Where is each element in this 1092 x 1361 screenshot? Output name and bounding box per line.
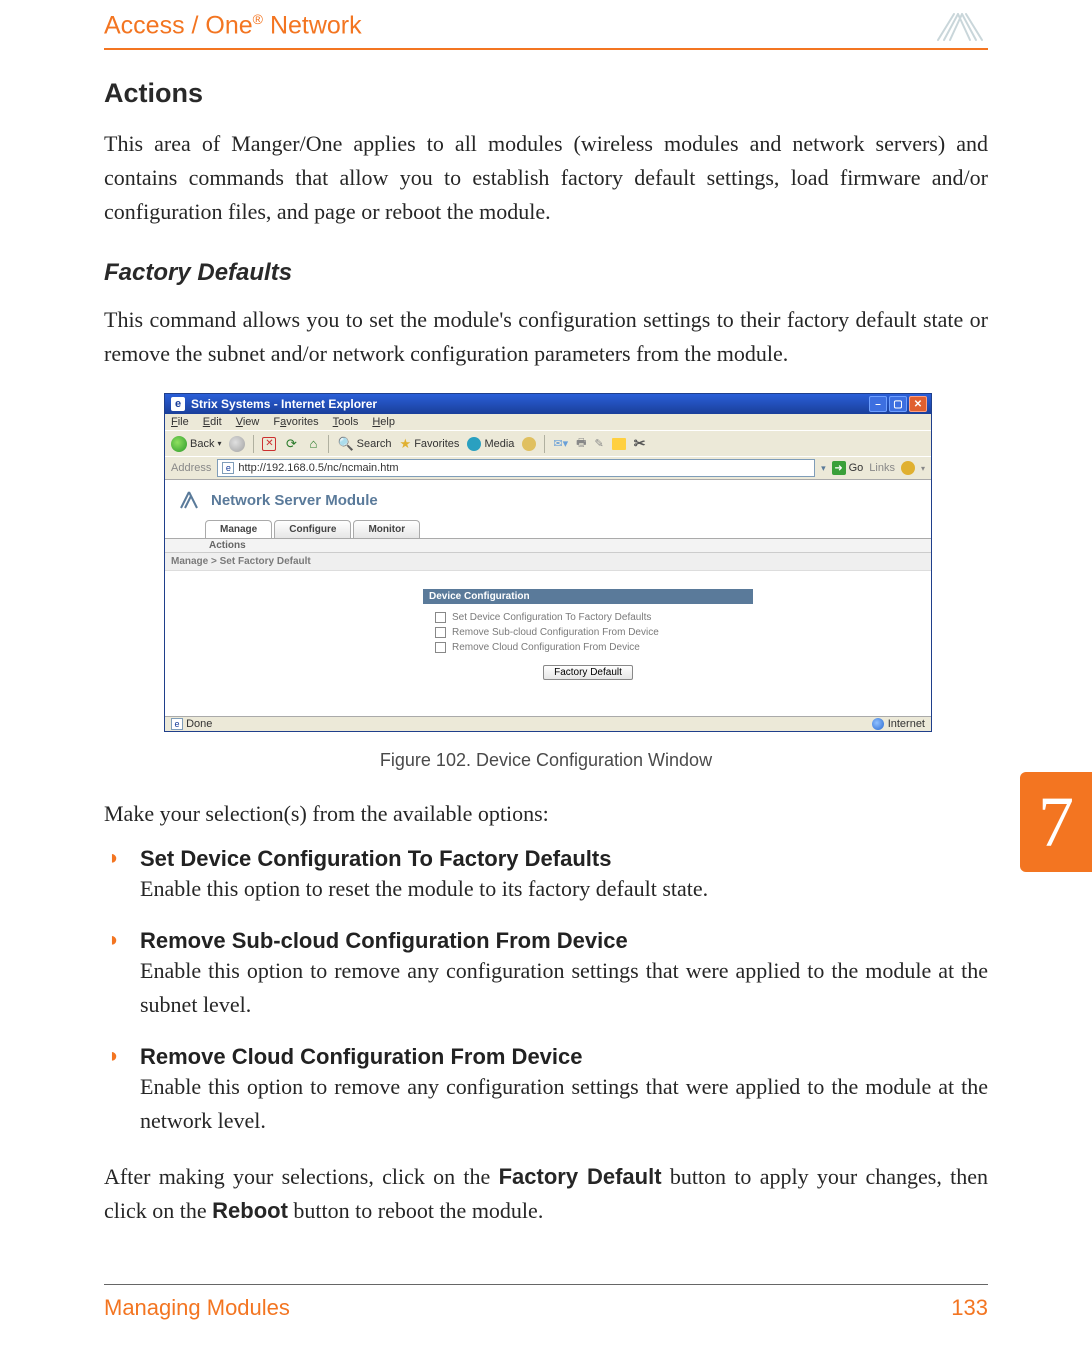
media-button[interactable]: Media (467, 437, 514, 451)
address-input[interactable]: e http://192.168.0.5/nc/ncmain.htm (217, 459, 815, 477)
subsection-title: Factory Defaults (104, 259, 988, 287)
subtab-actions[interactable]: Actions (165, 538, 931, 553)
back-button[interactable]: Back ▾ (171, 436, 221, 452)
status-page-icon: e (171, 718, 183, 730)
after-paragraph: After making your selections, click on t… (104, 1160, 988, 1228)
home-button[interactable]: ⌂ (306, 437, 320, 451)
search-button[interactable]: 🔍Search (337, 436, 391, 452)
maximize-button[interactable]: ▢ (889, 396, 907, 412)
option-desc-1: Enable this option to reset the module t… (140, 872, 988, 906)
chapter-tab: 7 (1020, 772, 1092, 872)
page-number: 133 (951, 1295, 988, 1321)
header-rule (104, 48, 988, 50)
figure-caption: Figure 102. Device Configuration Window (104, 750, 988, 771)
address-label: Address (171, 462, 211, 474)
section-title: Actions (104, 78, 988, 109)
tab-monitor[interactable]: Monitor (353, 520, 420, 538)
favorites-button[interactable]: ★Favorites (400, 436, 460, 452)
address-dropdown-icon[interactable]: ▾ (821, 463, 826, 474)
brand-pre: Access / One (104, 12, 253, 40)
menu-tools[interactable]: Tools (333, 416, 359, 428)
go-icon: ➜ (832, 461, 846, 475)
tab-row: Manage Configure Monitor (205, 520, 931, 538)
factory-default-button[interactable]: Factory Default (543, 665, 633, 680)
ie-menubar[interactable]: File Edit View Favorites Tools Help (165, 414, 931, 430)
back-icon (171, 436, 187, 452)
stop-button[interactable]: ✕ (262, 437, 276, 451)
checkbox-remove-cloud[interactable] (435, 642, 446, 653)
folder-icon[interactable] (612, 438, 626, 450)
ie-addressbar-row: Address e http://192.168.0.5/nc/ncmain.h… (165, 456, 931, 479)
option-desc-3: Enable this option to remove any configu… (140, 1070, 988, 1138)
checkbox-remove-subcloud[interactable] (435, 627, 446, 638)
star-icon: ★ (400, 436, 412, 452)
figure-screenshot: e Strix Systems - Internet Explorer – ▢ … (164, 393, 988, 732)
option-desc-2: Enable this option to remove any configu… (140, 954, 988, 1022)
menu-view[interactable]: View (236, 416, 260, 428)
panel-title: Device Configuration (423, 589, 753, 604)
page-icon: e (222, 462, 234, 474)
ie-app-icon: e (171, 397, 185, 411)
menu-help[interactable]: Help (372, 416, 395, 428)
checkbox-label-1: Set Device Configuration To Factory Defa… (452, 612, 651, 623)
tab-configure[interactable]: Configure (274, 520, 351, 538)
device-config-panel: Device Configuration Set Device Configur… (423, 589, 753, 690)
page-footer: Managing Modules 133 (104, 1284, 988, 1321)
status-right: Internet (888, 718, 925, 730)
options-list: Set Device Configuration To Factory Defa… (104, 846, 988, 1138)
search-icon: 🔍 (337, 436, 353, 452)
module-title: Network Server Module (211, 492, 378, 509)
close-button[interactable]: ✕ (909, 396, 927, 412)
checkbox-label-3: Remove Cloud Configuration From Device (452, 642, 640, 653)
strix-logo-icon (932, 10, 988, 42)
edit-button[interactable]: ✎ (595, 437, 604, 450)
option-title-1: Set Device Configuration To Factory Defa… (140, 846, 988, 872)
status-left: Done (186, 718, 212, 730)
list-item: Set Device Configuration To Factory Defa… (104, 846, 988, 906)
intro-paragraph: This area of Manger/One applies to all m… (104, 127, 988, 229)
module-logo-icon (177, 488, 201, 512)
ie-toolbar: Back ▾ ✕ ⟳ ⌂ 🔍Search ★Favorites Media ✉▾… (165, 430, 931, 456)
forward-button[interactable] (229, 436, 245, 452)
refresh-button[interactable]: ⟳ (284, 437, 298, 451)
option-title-2: Remove Sub-cloud Configuration From Devi… (140, 928, 988, 954)
menu-file[interactable]: File (171, 416, 189, 428)
forward-icon (229, 436, 245, 452)
footer-section: Managing Modules (104, 1295, 290, 1321)
list-item: Remove Cloud Configuration From Device E… (104, 1044, 988, 1138)
ie-window: e Strix Systems - Internet Explorer – ▢ … (164, 393, 932, 732)
breadcrumb: Manage > Set Factory Default (165, 553, 931, 571)
print-button[interactable]: 🖶 (576, 434, 586, 453)
internet-zone-icon (872, 718, 884, 730)
checkbox-factory-defaults[interactable] (435, 612, 446, 623)
brand-header: Access / One® Network (104, 11, 362, 40)
make-selection-text: Make your selection(s) from the availabl… (104, 797, 988, 831)
history-button[interactable] (522, 437, 536, 451)
ie-title-text: Strix Systems - Internet Explorer (191, 397, 377, 411)
menu-favorites[interactable]: Favorites (273, 416, 318, 428)
media-icon (467, 437, 481, 451)
ie-content: Network Server Module Manage Configure M… (165, 479, 931, 716)
ie-statusbar: e Done Internet (165, 716, 931, 731)
option-title-3: Remove Cloud Configuration From Device (140, 1044, 988, 1070)
menu-edit[interactable]: Edit (203, 416, 222, 428)
minimize-button[interactable]: – (869, 396, 887, 412)
list-item: Remove Sub-cloud Configuration From Devi… (104, 928, 988, 1022)
cut-icon[interactable]: ✂ (634, 435, 646, 452)
brand-sup: ® (253, 11, 263, 27)
subsection-intro: This command allows you to set the modul… (104, 303, 988, 371)
go-button[interactable]: ➜Go (832, 461, 864, 475)
checkbox-label-2: Remove Sub-cloud Configuration From Devi… (452, 627, 659, 638)
tab-manage[interactable]: Manage (205, 520, 272, 538)
address-value: http://192.168.0.5/nc/ncmain.htm (238, 462, 398, 474)
brand-post: Network (263, 12, 362, 40)
norton-icon[interactable] (901, 461, 915, 475)
ie-titlebar: e Strix Systems - Internet Explorer – ▢ … (165, 394, 931, 414)
links-label[interactable]: Links (869, 462, 895, 474)
mail-button[interactable]: ✉▾ (553, 437, 568, 450)
